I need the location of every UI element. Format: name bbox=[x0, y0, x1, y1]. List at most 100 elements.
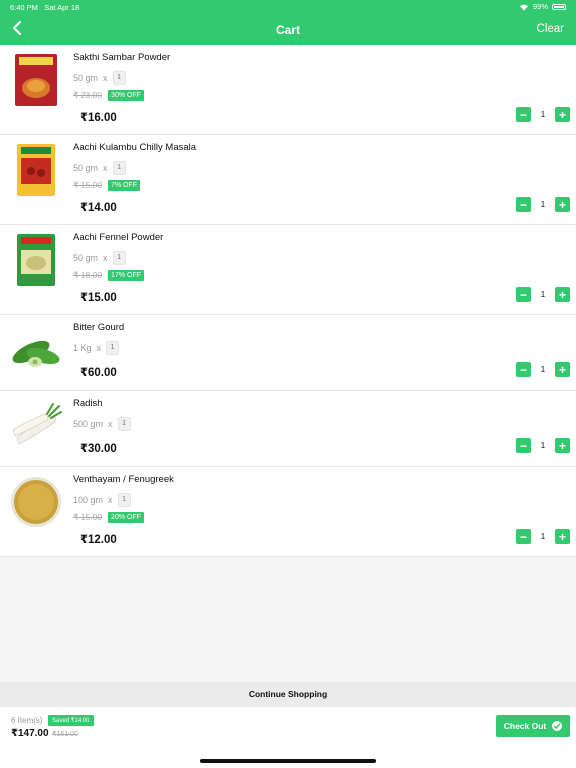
product-name: Aachi Fennel Powder bbox=[73, 232, 164, 243]
product-name: Sakthi Sambar Powder bbox=[73, 52, 171, 63]
decrease-button[interactable]: − bbox=[516, 438, 531, 453]
quantity-value: 1 bbox=[540, 110, 546, 119]
times-sign: x bbox=[108, 495, 113, 505]
quantity-value: 1 bbox=[540, 200, 546, 209]
times-sign: x bbox=[103, 73, 108, 83]
sambar-powder-pack-image bbox=[15, 54, 57, 106]
unit-size: 50 gm bbox=[73, 163, 99, 173]
original-price: ₹ 15.00 bbox=[73, 512, 103, 522]
quantity-stepper: − 1 + bbox=[516, 107, 570, 122]
checkmark-icon bbox=[552, 721, 563, 731]
cart-item: Sakthi Sambar Powder 50 gm x 1 ₹ 23.00 3… bbox=[0, 45, 576, 135]
fenugreek-seeds-image bbox=[11, 477, 61, 527]
discount-badge: 17% OFF bbox=[108, 270, 144, 281]
quantity-line: 50 gm x 1 bbox=[73, 251, 126, 265]
total-price: ₹147.00 bbox=[11, 728, 49, 739]
cart-list: Sakthi Sambar Powder 50 gm x 1 ₹ 23.00 3… bbox=[0, 45, 576, 557]
cart-item: Aachi Fennel Powder 50 gm x 1 ₹ 18.00 17… bbox=[0, 225, 576, 315]
bitter-gourd-image bbox=[12, 340, 60, 367]
items-count: 6 Item(s) bbox=[11, 716, 43, 725]
battery-icon bbox=[552, 3, 566, 10]
radish-image bbox=[12, 403, 62, 445]
quantity-line: 500 gm x 1 bbox=[73, 417, 131, 431]
original-price: ₹ 23.00 bbox=[73, 90, 103, 100]
increase-button[interactable]: + bbox=[555, 197, 570, 212]
mrp-line: ₹ 15.00 7% OFF bbox=[73, 180, 141, 191]
quantity-stepper: − 1 + bbox=[516, 529, 570, 544]
checkout-button[interactable]: Check Out bbox=[496, 715, 570, 737]
quantity-value: 1 bbox=[540, 290, 546, 299]
clear-button[interactable]: Clear bbox=[537, 23, 564, 35]
item-price: ₹14.00 bbox=[80, 202, 117, 214]
cart-item: Aachi Kulambu Chilly Masala 50 gm x 1 ₹ … bbox=[0, 135, 576, 225]
chilly-masala-pack-image bbox=[17, 144, 55, 196]
item-price: ₹16.00 bbox=[80, 112, 117, 124]
unit-count-badge: 1 bbox=[112, 71, 126, 85]
discount-badge: 20% OFF bbox=[108, 512, 144, 523]
increase-button[interactable]: + bbox=[555, 529, 570, 544]
unit-size: 50 gm bbox=[73, 73, 99, 83]
quantity-line: 50 gm x 1 bbox=[73, 71, 126, 85]
mrp-line: ₹ 15.00 20% OFF bbox=[73, 512, 144, 523]
unit-count-badge: 1 bbox=[117, 417, 131, 431]
checkout-label: Check Out bbox=[503, 721, 547, 731]
unit-count-badge: 1 bbox=[112, 161, 126, 175]
decrease-button[interactable]: − bbox=[516, 107, 531, 122]
increase-button[interactable]: + bbox=[555, 438, 570, 453]
status-indicators: 99% bbox=[519, 2, 566, 11]
quantity-line: 100 gm x 1 bbox=[73, 493, 131, 507]
decrease-button[interactable]: − bbox=[516, 362, 531, 377]
status-date: Sat Apr 18 bbox=[44, 3, 80, 12]
fennel-powder-pack-image bbox=[17, 234, 55, 286]
item-price: ₹30.00 bbox=[80, 443, 117, 455]
product-name: Aachi Kulambu Chilly Masala bbox=[73, 142, 197, 153]
discount-badge: 7% OFF bbox=[108, 180, 141, 191]
increase-button[interactable]: + bbox=[555, 287, 570, 302]
item-price: ₹60.00 bbox=[80, 367, 117, 379]
mrp-line: ₹ 18.00 17% OFF bbox=[73, 270, 144, 281]
quantity-stepper: − 1 + bbox=[516, 362, 570, 377]
wifi-icon bbox=[519, 4, 528, 10]
quantity-stepper: − 1 + bbox=[516, 438, 570, 453]
app-header: 6:40 PM Sat Apr 18 99% Cart Clear bbox=[0, 0, 576, 45]
unit-count-badge: 1 bbox=[106, 341, 120, 355]
battery-percent: 99% bbox=[532, 2, 548, 11]
saved-badge: Saved ₹14.00 bbox=[48, 715, 94, 726]
product-name: Venthayam / Fenugreek bbox=[73, 474, 174, 485]
unit-size: 100 gm bbox=[73, 495, 104, 505]
decrease-button[interactable]: − bbox=[516, 529, 531, 544]
quantity-value: 1 bbox=[540, 532, 546, 541]
status-bar: 6:40 PM Sat Apr 18 99% bbox=[0, 0, 576, 14]
discount-badge: 30% OFF bbox=[108, 90, 144, 101]
unit-count-badge: 1 bbox=[117, 493, 131, 507]
increase-button[interactable]: + bbox=[555, 107, 570, 122]
continue-shopping-button[interactable]: Continue Shopping bbox=[0, 682, 576, 707]
product-name: Radish bbox=[73, 398, 103, 409]
cart-item: Radish 500 gm x 1 ₹30.00 − 1 + bbox=[0, 391, 576, 467]
times-sign: x bbox=[103, 253, 108, 263]
original-price: ₹ 15.00 bbox=[73, 180, 103, 190]
item-price: ₹12.00 bbox=[80, 534, 117, 546]
times-sign: x bbox=[96, 343, 102, 353]
decrease-button[interactable]: − bbox=[516, 287, 531, 302]
quantity-stepper: − 1 + bbox=[516, 197, 570, 212]
increase-button[interactable]: + bbox=[555, 362, 570, 377]
unit-size: 50 gm bbox=[73, 253, 99, 263]
times-sign: x bbox=[108, 419, 113, 429]
decrease-button[interactable]: − bbox=[516, 197, 531, 212]
unit-count-badge: 1 bbox=[112, 251, 126, 265]
quantity-value: 1 bbox=[540, 365, 546, 374]
quantity-value: 1 bbox=[540, 441, 546, 450]
times-sign: x bbox=[103, 163, 108, 173]
unit-size: 500 gm bbox=[73, 419, 104, 429]
cart-item: Venthayam / Fenugreek 100 gm x 1 ₹ 15.00… bbox=[0, 467, 576, 557]
home-indicator bbox=[200, 759, 376, 763]
mrp-line: ₹ 23.00 30% OFF bbox=[73, 90, 144, 101]
status-time: 6:40 PM Sat Apr 18 bbox=[10, 3, 79, 12]
page-title: Cart bbox=[275, 23, 300, 37]
cart-item: Bitter Gourd 1 Kg x 1 ₹60.00 − 1 + bbox=[0, 315, 576, 391]
status-clock: 6:40 PM bbox=[10, 3, 38, 12]
total-original-price: ₹161.00 bbox=[52, 731, 78, 738]
original-price: ₹ 18.00 bbox=[73, 270, 103, 280]
quantity-line: 50 gm x 1 bbox=[73, 161, 126, 175]
